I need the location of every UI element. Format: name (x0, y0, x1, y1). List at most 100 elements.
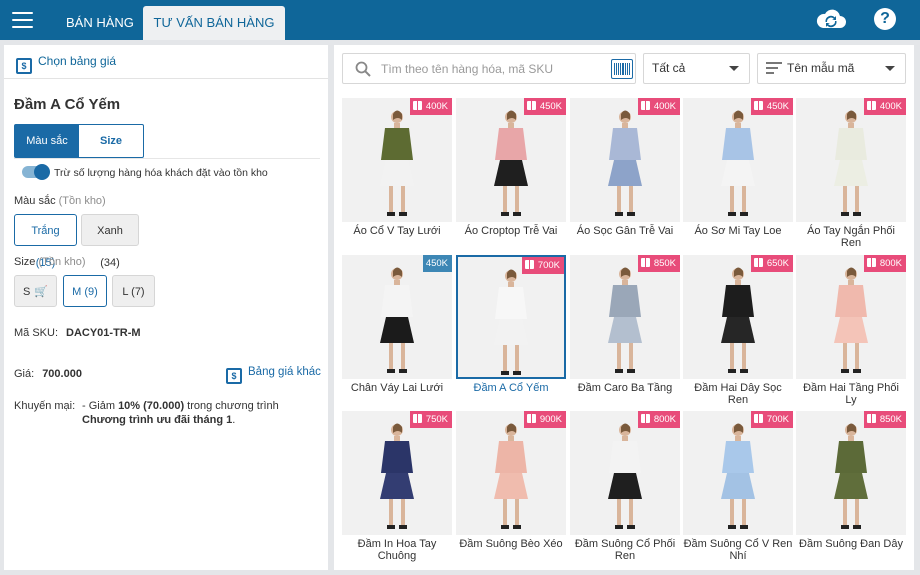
segment-size[interactable]: Size (79, 125, 143, 157)
stock-deduct-row: Trừ số lượng hàng hóa khách đặt vào tồn … (22, 164, 268, 180)
product-card[interactable]: 450K Áo Sơ Mi Tay Loe (683, 98, 793, 252)
price-badge: 800K (863, 255, 906, 272)
product-name: Đầm Suông Cổ V Ren Nhí (683, 538, 793, 562)
product-card[interactable]: 700K Đầm Suông Cổ V Ren Nhí (683, 411, 793, 565)
price-badge-label: 700K (766, 414, 789, 425)
model-figure (380, 423, 414, 529)
gift-icon (753, 101, 763, 110)
product-catalog-panel: Tất cả Tên mẫu mã 400K Áo Cổ V Tay Lưới 45… (334, 45, 914, 570)
product-image: 700K (456, 255, 566, 379)
model-figure (721, 423, 755, 529)
gift-icon (412, 414, 422, 423)
price-badge-label: 650K (766, 258, 789, 269)
product-name: Đầm Hai Dây Sọc Ren (694, 382, 782, 406)
price-badge-label: 450K (425, 258, 448, 269)
product-image: 650K (683, 255, 793, 379)
product-card[interactable]: 450K Áo Croptop Trễ Vai (456, 98, 566, 252)
barcode-scan-icon[interactable] (611, 59, 633, 79)
product-image: 400K (796, 98, 906, 222)
gift-icon (526, 414, 536, 423)
price-value: 700.000 (42, 368, 82, 380)
search-input[interactable] (381, 60, 607, 78)
model-figure (834, 110, 868, 216)
top-bar: BÁN HÀNG TƯ VẤN BÁN HÀNG ? (0, 0, 920, 40)
product-card[interactable]: 400K Áo Sọc Gân Trễ Vai (570, 98, 680, 252)
stock-deduct-label: Trừ số lượng hàng hóa khách đặt vào tồn … (54, 167, 268, 179)
product-card[interactable]: 700K Đầm A Cổ Yếm (456, 255, 566, 409)
price-badge-label: 400K (653, 101, 676, 112)
search-icon[interactable] (355, 61, 371, 77)
out-of-stock-cart-icon: 🛒 (34, 286, 49, 298)
filter-dropdown[interactable]: Tất cả (643, 53, 750, 84)
product-card[interactable]: 800K Đầm Hai Tầng Phối Ly (796, 255, 906, 409)
hamburger-menu-icon[interactable] (12, 12, 33, 28)
model-figure (608, 267, 642, 373)
product-image: 850K (570, 255, 680, 379)
price-badge: 450K (750, 98, 793, 115)
product-card[interactable]: 400K Áo Cổ V Tay Lưới (342, 98, 452, 252)
model-figure (494, 269, 528, 375)
model-figure (380, 267, 414, 373)
product-image: 750K (342, 411, 452, 535)
product-name: Đầm Suông Bèo Xéo (459, 538, 563, 550)
product-detail-panel: $ Chọn bảng giá Đầm A Cổ Yếm Màu sắc Size… (4, 45, 328, 570)
filter-dropdown-value: Tất cả (652, 61, 686, 75)
help-icon[interactable]: ? (874, 8, 896, 30)
tab-ban-hang[interactable]: BÁN HÀNG (46, 6, 154, 40)
chevron-down-icon (729, 66, 739, 71)
color-hint: (Tồn kho) (58, 195, 106, 207)
promo-discount: 10% (70.000) (118, 400, 185, 412)
other-pricebook-button[interactable]: $ Bảng giá khác (226, 366, 321, 384)
price-badge: 400K (409, 98, 452, 115)
stock-deduct-toggle[interactable] (22, 164, 50, 180)
product-image: 450K (683, 98, 793, 222)
price-badge-label: 850K (653, 258, 676, 269)
price-badge-label: 900K (539, 414, 562, 425)
sort-dropdown[interactable]: Tên mẫu mã (757, 53, 906, 84)
product-name: Áo Sơ Mi Tay Loe (694, 225, 782, 237)
price-badge-label: 400K (425, 101, 448, 112)
product-image: 450K (342, 255, 452, 379)
product-card[interactable]: 450K Chân Váy Lai Lưới (342, 255, 452, 409)
promo-middle: trong chương trình (187, 400, 279, 412)
product-name: Áo Sọc Gân Trễ Vai (576, 225, 674, 237)
color-option-trang[interactable]: Trắng (15) (14, 214, 77, 269)
promotion-label: Khuyến mại: (14, 400, 76, 412)
product-image: 800K (796, 255, 906, 379)
choose-pricebook-button[interactable]: $ Chọn bảng giá (4, 45, 328, 79)
size-s-label: S (22, 286, 31, 298)
product-card[interactable]: 800K Đầm Suông Cổ Phối Ren (570, 411, 680, 565)
price-badge-label: 800K (653, 414, 676, 425)
promo-suffix: . (232, 414, 236, 426)
segment-color[interactable]: Màu sắc (15, 125, 79, 157)
product-card[interactable]: 400K Áo Tay Ngắn Phối Ren (796, 98, 906, 252)
product-name: Áo Tay Ngắn Phối Ren (807, 225, 895, 249)
size-option-s[interactable]: S 🛒 (14, 275, 57, 307)
price-badge: 800K (637, 411, 680, 428)
price-badge-label: 450K (766, 101, 789, 112)
model-figure (494, 110, 528, 216)
product-card[interactable]: 750K Đầm In Hoa Tay Chuông (342, 411, 452, 565)
gift-icon (640, 414, 650, 423)
product-card[interactable]: 650K Đầm Hai Dây Sọc Ren (683, 255, 793, 409)
product-image: 700K (683, 411, 793, 535)
product-card[interactable]: 900K Đầm Suông Bèo Xéo (456, 411, 566, 565)
gift-icon (526, 101, 536, 110)
product-image: 450K (456, 98, 566, 222)
product-name: Đầm Suông Đan Dây (799, 538, 903, 550)
model-figure (721, 267, 755, 373)
gift-icon (640, 258, 650, 267)
cloud-sync-icon[interactable] (815, 7, 847, 31)
price-badge-label: 850K (879, 414, 902, 425)
sku-label: Mã SKU: (14, 327, 59, 339)
size-option-m[interactable]: M (9) (63, 275, 107, 307)
product-card[interactable]: 850K Đầm Suông Đan Dây (796, 411, 906, 565)
product-card[interactable]: 850K Đầm Caro Ba Tầng (570, 255, 680, 409)
product-image: 850K (796, 411, 906, 535)
size-option-l[interactable]: L (7) (112, 275, 155, 307)
color-option-xanh[interactable]: Xanh (34) (81, 214, 139, 269)
tab-tu-van-ban-hang[interactable]: TƯ VẤN BÁN HÀNG (143, 6, 285, 40)
size-label: Size (14, 256, 36, 268)
model-figure (834, 267, 868, 373)
gift-icon (524, 260, 534, 269)
